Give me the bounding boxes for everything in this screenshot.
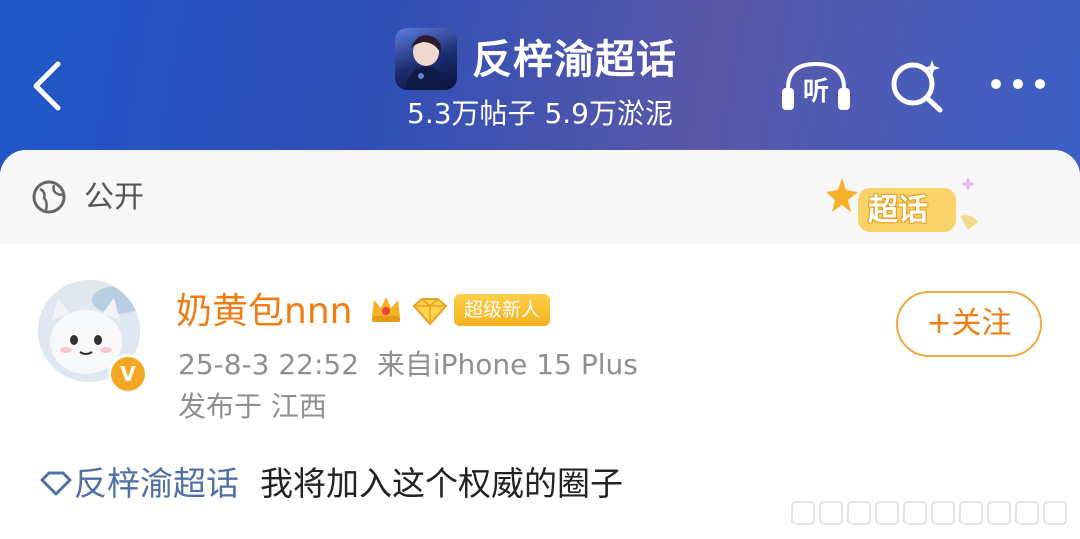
- listen-label: 听: [803, 77, 829, 107]
- forum-avatar[interactable]: [395, 28, 457, 90]
- follow-button[interactable]: +关注: [896, 291, 1042, 357]
- topic-tag[interactable]: 反梓渝超话: [74, 464, 239, 503]
- super-fan-gem-icon: [412, 298, 448, 326]
- globe-icon: [32, 180, 66, 214]
- post-source: 来自iPhone 15 Plus: [376, 348, 638, 381]
- watermark-bars-icon: [791, 501, 1067, 525]
- post-location: 发布于 江西: [178, 390, 327, 423]
- chaohua-badge: 超话: [820, 172, 990, 242]
- visibility-label: 公开: [84, 180, 144, 215]
- more-dots-icon[interactable]: [988, 74, 1048, 94]
- username[interactable]: 奶黄包nnn: [176, 290, 352, 334]
- listen-icon[interactable]: 听: [780, 58, 852, 114]
- verified-badge-icon: V: [108, 354, 148, 394]
- visibility-bar: 公开 超话: [0, 150, 1080, 243]
- search-sparkle-icon[interactable]: [888, 56, 946, 114]
- forum-title: 反梓渝超话: [472, 37, 677, 83]
- chaohua-badge-label: 超话: [868, 193, 928, 228]
- post-text: 我将加入这个权威的圈子: [259, 464, 623, 503]
- post-content: 反梓渝超话 我将加入这个权威的圈子: [38, 462, 623, 506]
- post-card: 公开 超话 V 奶黄包nnn 超级新人 25-8-3 22:52 来自iPhon…: [0, 150, 1080, 539]
- topic-diamond-icon: [40, 471, 72, 496]
- post-timestamp: 25-8-3 22:52: [178, 348, 360, 381]
- post-meta: 25-8-3 22:52 来自iPhone 15 Plus: [178, 346, 638, 384]
- crown-icon: [372, 297, 400, 322]
- level-badge: 超级新人: [454, 294, 551, 326]
